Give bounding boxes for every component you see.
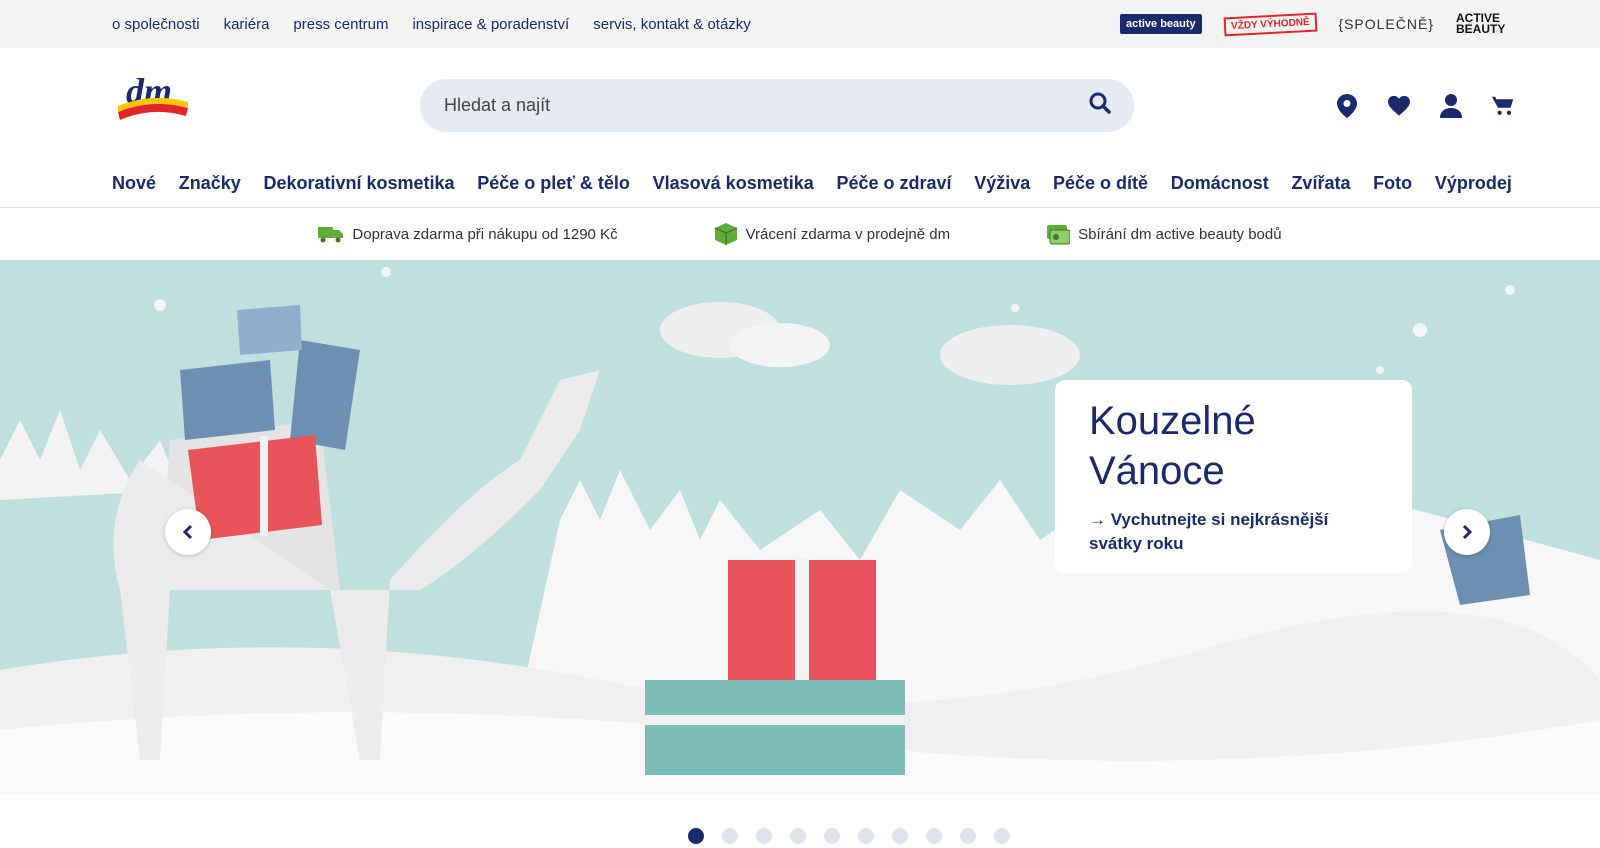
hero-title: Kouzelné Vánoce xyxy=(1089,399,1256,493)
dm-logo[interactable]: dm xyxy=(112,70,192,130)
search-icon[interactable] xyxy=(1088,91,1112,120)
usp-loyalty-points-text: Sbírání dm active beauty bodů xyxy=(1078,225,1282,243)
nav-item-new[interactable]: Nové xyxy=(112,173,156,194)
carousel-dot[interactable] xyxy=(926,828,942,844)
logo-swoosh-icon xyxy=(118,97,188,120)
usp-free-return[interactable]: Vrácení zdarma v prodejně dm xyxy=(714,222,951,246)
category-nav: Nové Značky Dekorativní kosmetika Péče o… xyxy=(0,160,1600,208)
carousel-dot[interactable] xyxy=(960,828,976,844)
cart-icon[interactable] xyxy=(1492,94,1514,118)
account-user-icon[interactable] xyxy=(1440,94,1462,118)
hero-banner[interactable]: Kouzelné Vánoce → Vychutnejte si nejkrás… xyxy=(0,260,1600,794)
carousel-dot[interactable] xyxy=(858,828,874,844)
usp-free-return-text: Vrácení zdarma v prodejně dm xyxy=(745,225,951,243)
partner-logos: active beauty VŽDY VÝHODNĚ {SPOLEČNĚ} AC… xyxy=(1119,12,1512,36)
carousel-dot[interactable] xyxy=(722,828,738,844)
carousel-dot[interactable] xyxy=(688,828,704,844)
package-icon xyxy=(714,223,737,245)
carousel-dot[interactable] xyxy=(994,828,1010,844)
nav-item-makeup[interactable]: Dekorativní kosmetika xyxy=(263,173,454,194)
carousel-dot[interactable] xyxy=(790,828,806,844)
usp-loyalty-points[interactable]: Sbírání dm active beauty bodů xyxy=(1046,222,1282,246)
top-links: o společnosti kariéra press centrum insp… xyxy=(112,16,751,33)
nav-item-skin-body[interactable]: Péče o pleť & tělo xyxy=(477,173,630,194)
hero-promo-card[interactable]: Kouzelné Vánoce → Vychutnejte si nejkrás… xyxy=(1055,380,1412,573)
nav-item-health[interactable]: Péče o zdraví xyxy=(836,173,951,194)
main-header: dm xyxy=(0,48,1600,160)
favorites-heart-icon[interactable] xyxy=(1388,94,1410,118)
carousel-dot[interactable] xyxy=(756,828,772,844)
nav-item-nutrition[interactable]: Výživa xyxy=(974,173,1030,194)
carousel-dot[interactable] xyxy=(824,828,840,844)
nav-item-photo[interactable]: Foto xyxy=(1373,173,1412,194)
nav-item-hair[interactable]: Vlasová kosmetika xyxy=(653,173,814,194)
top-link-service[interactable]: servis, kontakt & otázky xyxy=(593,16,751,33)
top-link-about[interactable]: o společnosti xyxy=(112,16,200,33)
usp-free-shipping-text: Doprava zdarma při nákupu od 1290 Kč xyxy=(352,225,618,243)
active-beauty-badge[interactable]: active beauty xyxy=(1119,14,1202,34)
top-utility-bar: o společnosti kariéra press centrum insp… xyxy=(0,0,1600,48)
top-link-press[interactable]: press centrum xyxy=(293,16,388,33)
nav-item-brands[interactable]: Značky xyxy=(179,173,241,194)
chevron-right-icon xyxy=(1462,524,1473,540)
hero-link[interactable]: → Vychutnejte si nejkrásnější svátky rok… xyxy=(1089,508,1378,556)
carousel-prev-button[interactable] xyxy=(165,509,211,555)
nav-item-sale[interactable]: Výprodej xyxy=(1435,173,1512,194)
header-icons xyxy=(1336,94,1514,118)
carousel-pagination xyxy=(688,828,1010,844)
top-link-career[interactable]: kariéra xyxy=(224,16,270,33)
vzdy-vyhodne-badge[interactable]: VŽDY VÝHODNĚ xyxy=(1223,12,1317,36)
usp-free-shipping[interactable]: Doprava zdarma při nákupu od 1290 Kč xyxy=(318,225,618,243)
spolecne-badge[interactable]: {SPOLEČNĚ} xyxy=(1338,16,1434,32)
carousel-dot[interactable] xyxy=(892,828,908,844)
active-beauty-logo[interactable]: ACTIVE BEAUTY xyxy=(1456,12,1512,35)
loyalty-card-icon xyxy=(1047,225,1071,245)
nav-item-baby[interactable]: Péče o dítě xyxy=(1053,173,1148,194)
search-bar xyxy=(420,79,1134,132)
nav-item-pets[interactable]: Zvířata xyxy=(1291,173,1350,194)
nav-item-household[interactable]: Domácnost xyxy=(1171,173,1269,194)
search-input[interactable] xyxy=(444,95,1004,116)
truck-icon xyxy=(318,227,344,243)
chevron-left-icon xyxy=(182,524,193,540)
carousel-next-button[interactable] xyxy=(1444,509,1490,555)
top-link-inspiration[interactable]: inspirace & poradenství xyxy=(412,16,569,33)
store-locator-icon[interactable] xyxy=(1336,94,1358,118)
usp-bar: Doprava zdarma při nákupu od 1290 Kč Vrá… xyxy=(0,208,1600,260)
